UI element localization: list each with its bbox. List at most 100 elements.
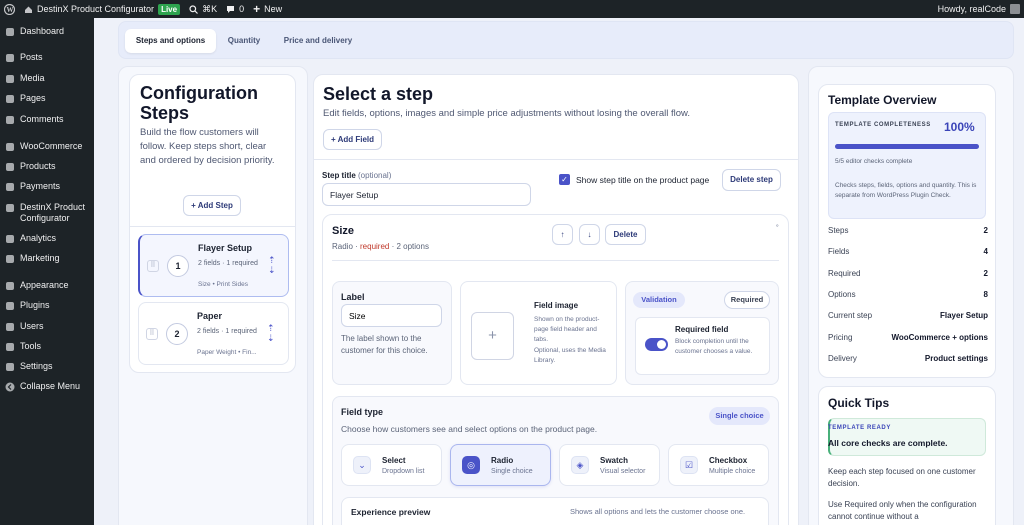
steps-title: Configuration Steps: [140, 83, 258, 123]
tab-quantity[interactable]: Quantity: [219, 29, 269, 53]
field-type-sub: Dropdown list: [382, 468, 425, 475]
field-type-swatch[interactable]: ◈ Swatch Visual selector: [559, 444, 660, 486]
account-menu[interactable]: Howdy, realCode: [938, 4, 1020, 14]
configurator-icon: [5, 203, 15, 213]
tab-bar: Steps and options Quantity Price and del…: [118, 21, 1014, 59]
woocommerce-icon: [5, 142, 15, 152]
sidebar-item-dashboard[interactable]: Dashboard: [0, 26, 94, 37]
step-title-label: Step title (optional): [322, 171, 391, 180]
add-image-button[interactable]: +: [471, 312, 514, 360]
field-type-select[interactable]: ⌄ Select Dropdown list: [341, 444, 442, 486]
overview-title: Template Overview: [828, 93, 937, 107]
sidebar-item-comments[interactable]: Comments: [0, 114, 94, 125]
main-description: Edit fields, options, images and simple …: [323, 108, 690, 119]
overview-row: Current step Flayer Setup: [828, 311, 988, 320]
validation-tab[interactable]: Validation: [633, 292, 685, 308]
tab-steps-and-options[interactable]: Steps and options: [125, 29, 216, 53]
sidebar-item-appearance[interactable]: Appearance: [0, 280, 94, 291]
overview-key: Options: [828, 290, 856, 299]
field-options-count: 2 options: [396, 242, 429, 251]
sidebar-item-analytics[interactable]: Analytics: [0, 233, 94, 244]
overview-value: Flayer Setup: [939, 311, 988, 320]
sidebar-item-label: DestinX Product Configurator: [20, 202, 86, 223]
sidebar-item-pages[interactable]: Pages: [0, 93, 94, 104]
posts-icon: [5, 53, 15, 63]
drag-handle-icon[interactable]: ⠿: [147, 260, 159, 272]
new-label: New: [264, 4, 283, 14]
sidebar-item-settings[interactable]: Settings: [0, 361, 94, 372]
overview-value: 2: [983, 226, 988, 235]
step-card-2[interactable]: ⠿ 2 Paper 2 fields · 1 required Paper We…: [138, 302, 289, 365]
sidebar-item-media[interactable]: Media: [0, 73, 94, 84]
completeness-bar: [835, 144, 979, 149]
checkbox-icon: ☑: [680, 456, 698, 474]
move-step-icon[interactable]: ⇡ ⇣: [268, 255, 276, 275]
show-title-checkbox[interactable]: ✓: [559, 174, 570, 185]
move-down-button[interactable]: ↓: [579, 224, 600, 245]
step-card-1[interactable]: ⠿ 1 Flayer Setup 2 fields · 1 required S…: [138, 234, 289, 297]
products-icon: [5, 162, 15, 172]
drag-handle-icon[interactable]: ⠿: [146, 328, 158, 340]
add-step-button[interactable]: + Add Step: [183, 195, 241, 216]
move-step-icon[interactable]: ⇡ ⇣: [267, 323, 275, 343]
comments-link[interactable]: 0: [226, 4, 244, 14]
toggle-knob: [657, 340, 666, 349]
sidebar-item-payments[interactable]: Payments: [0, 181, 94, 192]
field-type-label: Select: [382, 456, 406, 465]
sidebar-item-collapse[interactable]: Collapse Menu: [0, 381, 94, 392]
new-link[interactable]: + New: [253, 2, 282, 16]
wordpress-logo-icon[interactable]: W: [4, 3, 15, 15]
field-type-sub: Multiple choice: [709, 468, 756, 475]
field-type-checkbox[interactable]: ☑ Checkbox Multiple choice: [668, 444, 769, 486]
collapse-icon[interactable]: ˚: [776, 224, 779, 234]
required-toggle[interactable]: [645, 338, 668, 351]
sidebar-item-posts[interactable]: Posts: [0, 52, 94, 63]
label-input[interactable]: [341, 304, 442, 327]
tab-price-and-delivery[interactable]: Price and delivery: [276, 29, 360, 53]
tip-2: Use Required only when the configuration…: [828, 500, 977, 521]
sidebar-item-woocommerce[interactable]: WooCommerce: [0, 141, 94, 152]
step-title-input[interactable]: [322, 183, 531, 206]
analytics-icon: [5, 234, 15, 244]
divider: [129, 226, 296, 227]
overview-row: Options 8: [828, 290, 988, 299]
checks-count: 5/5 editor checks complete: [835, 158, 913, 165]
tip-1: Keep each step focused on one customer d…: [828, 467, 976, 488]
home-icon: [25, 6, 32, 13]
overview-row: Steps 2: [828, 226, 988, 235]
search-shortcut[interactable]: ⌘K: [189, 4, 217, 15]
step-number: 2: [166, 323, 188, 345]
site-name-link[interactable]: DestinX Product Configurator: [24, 4, 154, 14]
sidebar-item-products[interactable]: Products: [0, 161, 94, 172]
avatar: [1010, 4, 1020, 14]
required-tab[interactable]: Required: [724, 291, 770, 309]
overview-value: 4: [983, 247, 988, 256]
sidebar-item-label: Marketing: [20, 253, 60, 263]
sidebar-item-marketing[interactable]: Marketing: [0, 253, 94, 264]
ready-label: TEMPLATE READY: [828, 425, 891, 431]
preview-title: Experience preview: [351, 507, 431, 517]
overview-value: Product settings: [924, 354, 988, 363]
search-icon: [189, 4, 199, 14]
sidebar-item-tools[interactable]: Tools: [0, 341, 94, 352]
add-field-button[interactable]: + Add Field: [323, 129, 382, 150]
sidebar-item-users[interactable]: Users: [0, 321, 94, 332]
delete-step-button[interactable]: Delete step: [722, 169, 781, 191]
overview-value: WooCommerce + options: [891, 333, 988, 342]
move-up-button[interactable]: ↑: [552, 224, 573, 245]
sidebar-item-plugins[interactable]: Plugins: [0, 300, 94, 311]
delete-field-button[interactable]: Delete: [605, 224, 646, 245]
admin-sidebar: Dashboard Posts Media Pages Comments WooComme…: [0, 18, 94, 525]
overview-key: Delivery: [828, 354, 857, 363]
required-title: Required field: [675, 325, 729, 334]
field-type-radio[interactable]: ◎ Radio Single choice: [450, 444, 551, 486]
field-type-label: Checkbox: [709, 456, 748, 465]
sidebar-item-label: Products: [20, 161, 56, 171]
sidebar-item-label: Settings: [20, 361, 53, 371]
plugins-icon: [5, 301, 15, 311]
sidebar-item-configurator[interactable]: DestinX Product Configurator: [0, 202, 94, 224]
sidebar-item-label: WooCommerce: [20, 141, 83, 151]
label-title: Label: [341, 292, 365, 302]
step-name: Paper: [197, 311, 223, 321]
appearance-icon: [5, 281, 15, 291]
